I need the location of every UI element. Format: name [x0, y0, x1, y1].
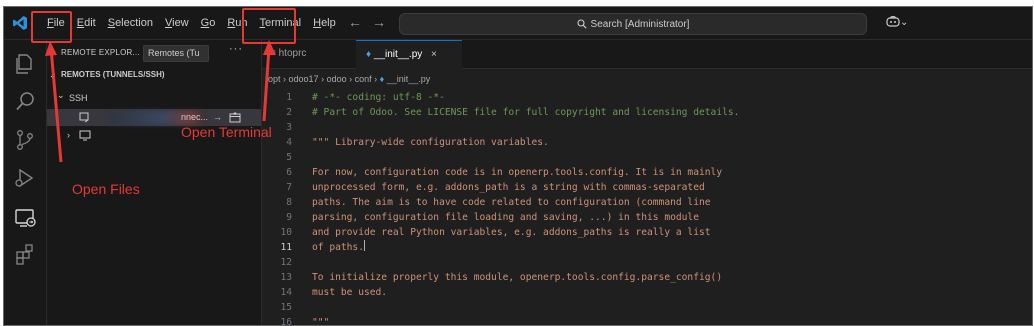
open-files-arrowhead	[45, 41, 57, 56]
open-terminal-label: Open Terminal	[181, 124, 272, 140]
open-terminal-arrow	[262, 47, 271, 122]
open-files-arrow	[49, 47, 63, 163]
annotation-arrows	[45, 40, 276, 163]
open-files-label: Open Files	[72, 181, 140, 197]
open-terminal-arrowhead	[263, 40, 276, 55]
